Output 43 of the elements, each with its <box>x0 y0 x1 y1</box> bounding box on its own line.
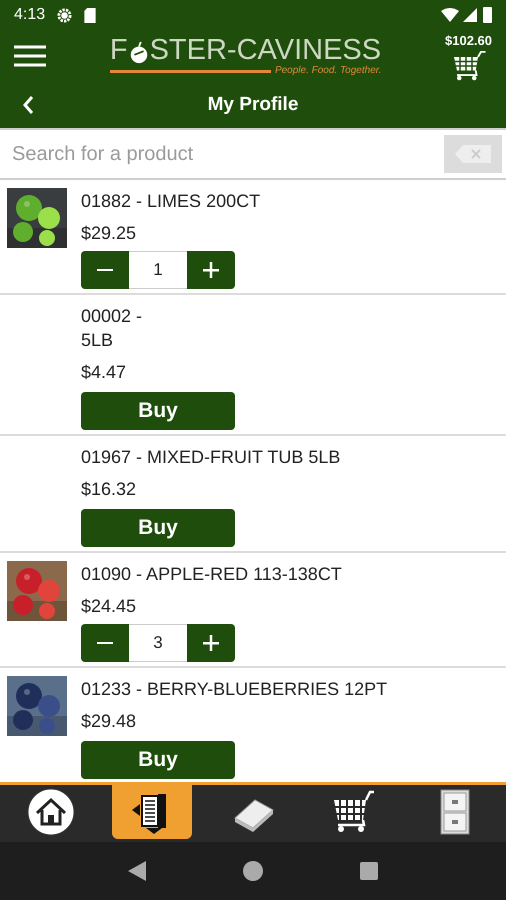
recents-icon[interactable] <box>360 862 378 880</box>
home-icon <box>26 788 75 836</box>
signal-icon <box>463 8 477 22</box>
home-nav-icon[interactable] <box>242 861 263 881</box>
quantity-field[interactable]: 3 <box>129 624 187 662</box>
backspace-icon <box>455 145 491 163</box>
minus-icon <box>97 268 113 272</box>
logo-text: STER-CAVINESS <box>150 34 382 64</box>
nav-tab[interactable] <box>112 785 192 839</box>
back-nav-icon[interactable] <box>128 861 146 881</box>
product-title: 01233 - BERRY-BLUEBERRIES 12PT <box>81 678 388 701</box>
logo-text: F <box>110 34 128 64</box>
product-price: $24.45 <box>81 595 138 618</box>
status-time: 4:13 <box>14 5 46 25</box>
buy-button[interactable]: Buy <box>81 392 235 430</box>
product-price: $16.32 <box>81 478 138 501</box>
wifi-icon <box>441 8 459 22</box>
increase-button[interactable] <box>187 251 235 289</box>
gear-icon <box>57 8 72 22</box>
back-icon[interactable] <box>22 95 34 115</box>
search-field[interactable]: Search for a product <box>0 130 444 178</box>
product-title: 01967 - MIXED-FRUIT TUB 5LB <box>81 446 340 469</box>
sd-card-icon <box>84 8 96 22</box>
plus-icon <box>203 635 219 651</box>
quantity-field[interactable]: 1 <box>129 251 187 289</box>
logo-tagline: People. Food. Together. <box>274 64 382 78</box>
minus-icon <box>97 642 113 644</box>
product-title: 01882 - LIMES 200CT <box>81 190 260 213</box>
battery-icon <box>483 7 492 23</box>
decrease-button[interactable] <box>81 624 129 662</box>
product-price: $4.47 <box>81 361 128 384</box>
decrease-button[interactable] <box>81 251 129 289</box>
product-price: $29.25 <box>81 222 138 245</box>
page-title: My Profile <box>206 92 300 117</box>
increase-button[interactable] <box>187 624 235 662</box>
plus-icon <box>203 262 219 278</box>
product-title: 00002 - 5LB <box>81 305 144 352</box>
buy-button[interactable]: Buy <box>81 741 235 779</box>
cart-total: $102.60 <box>445 32 492 50</box>
product-title: 01090 - APPLE-RED 113-138CT <box>81 563 342 586</box>
buy-button[interactable]: Buy <box>81 509 235 547</box>
product-price: $29.48 <box>81 710 138 733</box>
menu-icon[interactable] <box>14 45 46 67</box>
